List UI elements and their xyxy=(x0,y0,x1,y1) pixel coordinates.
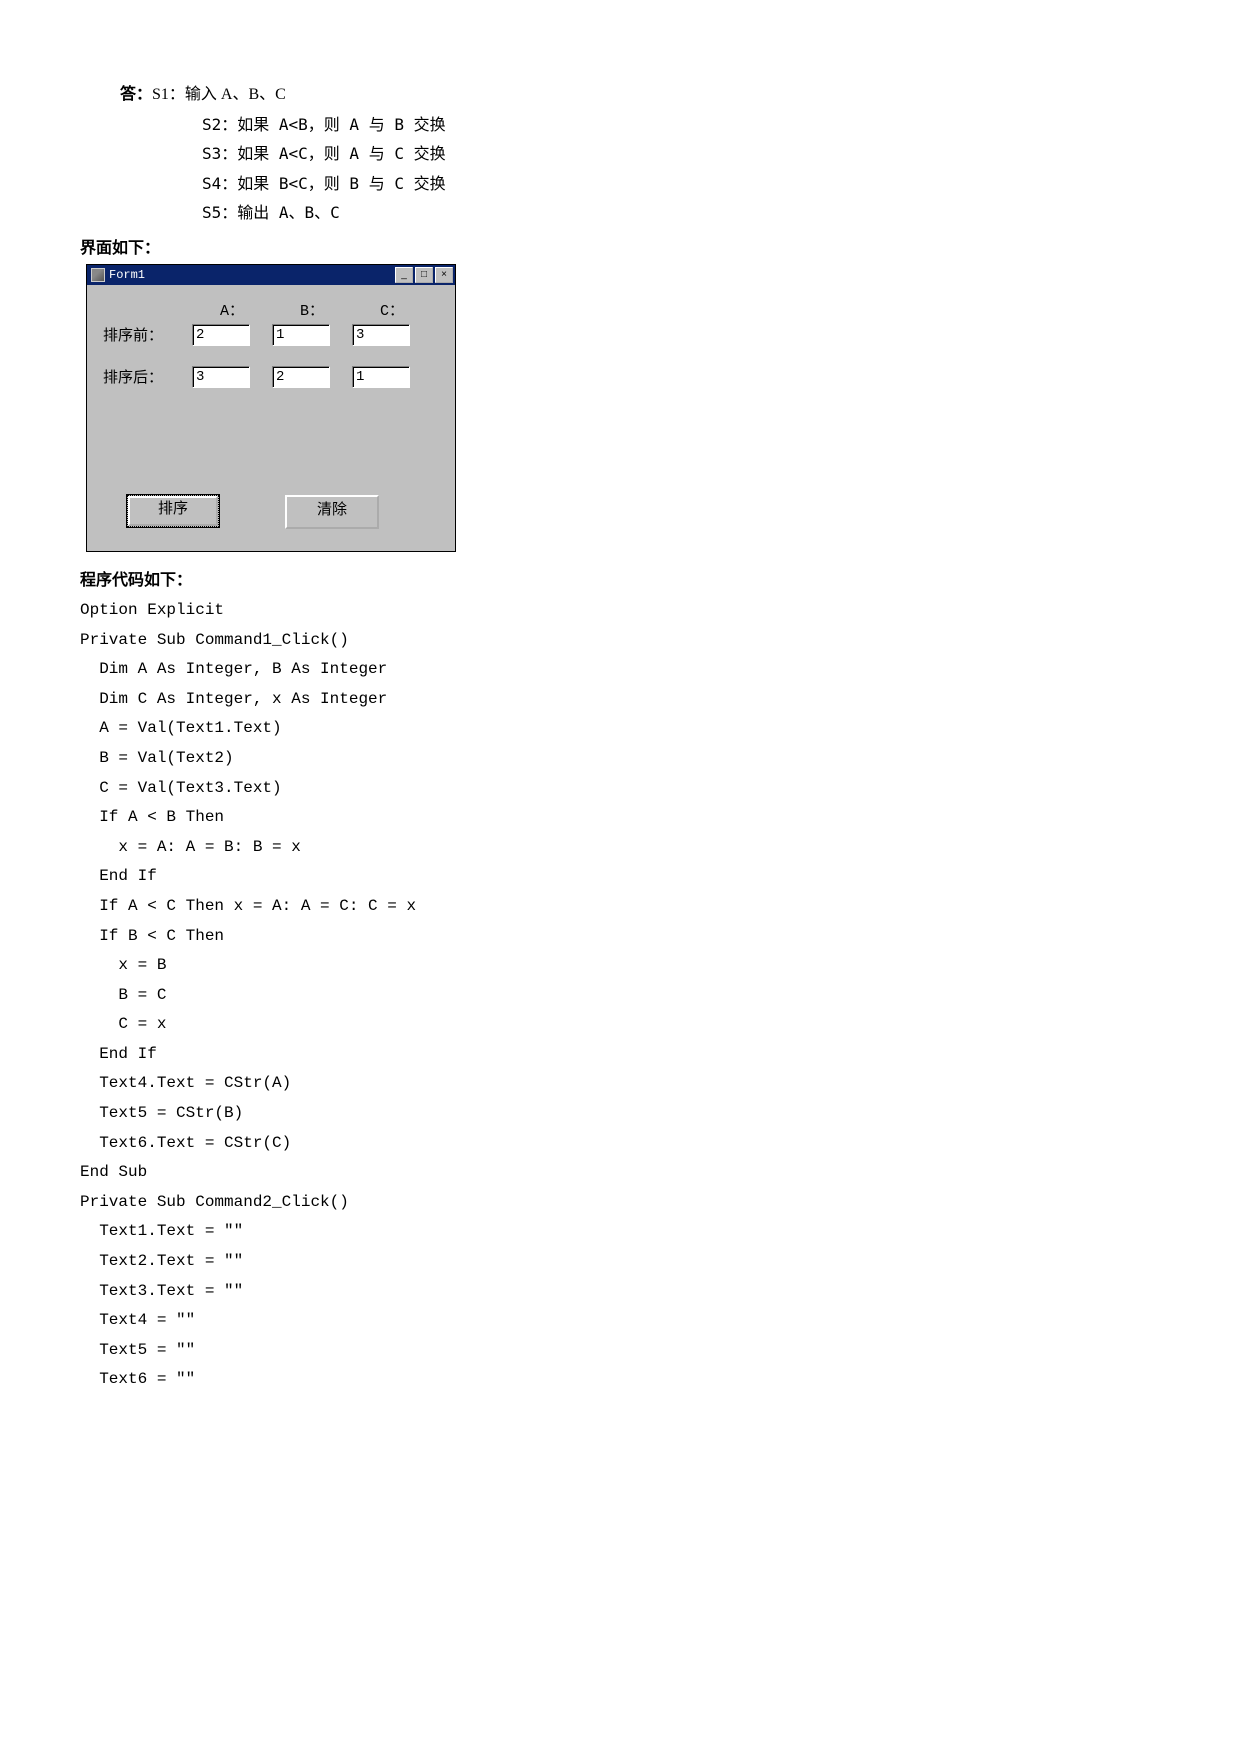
step-s4: S4：如果 B<C，则 B 与 C 交换 xyxy=(202,169,1160,199)
header-c: C： xyxy=(352,299,432,320)
sort-button[interactable]: 排序 xyxy=(127,495,219,527)
maximize-button[interactable]: □ xyxy=(415,267,433,283)
text3-input[interactable]: 3 xyxy=(352,324,410,346)
form-icon xyxy=(91,268,105,282)
text1-input[interactable]: 2 xyxy=(192,324,250,346)
text4-input[interactable]: 3 xyxy=(192,366,250,388)
button-row: 排序 清除 xyxy=(127,495,379,529)
ui-heading: 界面如下： xyxy=(80,234,1160,258)
label-after: 排序后： xyxy=(97,366,192,387)
step-s2: S2：如果 A<B，则 A 与 B 交换 xyxy=(202,110,1160,140)
row-before: 排序前： 2 1 3 xyxy=(97,324,445,346)
step-s1: S1：输入 A、B、C xyxy=(152,86,286,103)
vb-form-window: Form1 _ □ × A： B： C： 排序前： 2 1 3 排序后： xyxy=(86,264,456,552)
text5-input[interactable]: 2 xyxy=(272,366,330,388)
text2-input[interactable]: 1 xyxy=(272,324,330,346)
step-s3: S3：如果 A<C，则 A 与 C 交换 xyxy=(202,139,1160,169)
answer-block: 答：S1：输入 A、B、C S2：如果 A<B，则 A 与 B 交换 S3：如果… xyxy=(120,80,1160,228)
window-buttons: _ □ × xyxy=(395,267,453,283)
label-before: 排序前： xyxy=(97,324,192,345)
clear-button[interactable]: 清除 xyxy=(285,495,379,529)
close-button[interactable]: × xyxy=(435,267,453,283)
text6-input[interactable]: 1 xyxy=(352,366,410,388)
header-b: B： xyxy=(272,299,352,320)
header-a: A： xyxy=(192,299,272,320)
answer-line-s1: 答：S1：输入 A、B、C xyxy=(120,80,1160,110)
titlebar: Form1 _ □ × xyxy=(87,265,455,285)
row-after: 排序后： 3 2 1 xyxy=(97,366,445,388)
code-heading: 程序代码如下： xyxy=(80,566,1160,590)
form-body: A： B： C： 排序前： 2 1 3 排序后： 3 2 1 排序 清除 xyxy=(87,285,455,551)
answer-label: 答： xyxy=(120,86,152,103)
step-s5: S5：输出 A、B、C xyxy=(202,198,1160,228)
minimize-button[interactable]: _ xyxy=(395,267,413,283)
code-listing: Option Explicit Private Sub Command1_Cli… xyxy=(80,596,1160,1395)
window-title: Form1 xyxy=(109,268,395,282)
column-headers: A： B： C： xyxy=(97,299,445,320)
